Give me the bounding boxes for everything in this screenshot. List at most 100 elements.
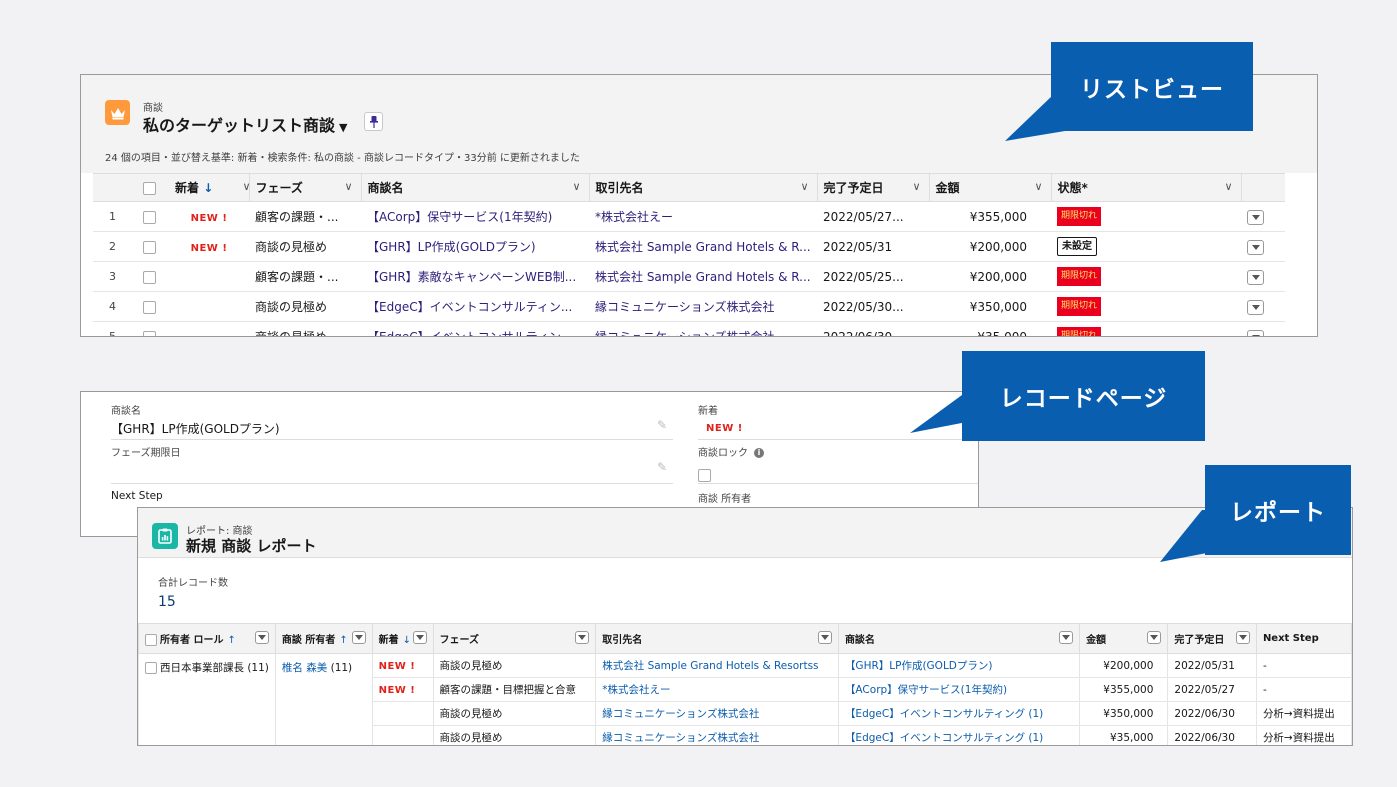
row-number: 5 xyxy=(93,321,139,336)
chevron-down-icon[interactable]: ∨ xyxy=(1224,180,1232,193)
header-owner[interactable]: 商談 所有者 ↑ xyxy=(274,623,373,654)
header-deal-name[interactable]: 商談名 ∨ xyxy=(361,173,590,202)
header-amount[interactable]: 金額 xyxy=(1079,623,1169,654)
row-select[interactable] xyxy=(139,321,169,336)
list-view-title[interactable]: 私のターゲットリスト商談 ▼ xyxy=(143,112,347,136)
divider xyxy=(698,483,978,484)
row-checkbox[interactable] xyxy=(143,270,156,284)
divider xyxy=(111,439,673,440)
column-menu-icon[interactable] xyxy=(575,631,590,644)
crown-icon xyxy=(105,100,130,125)
row-select[interactable] xyxy=(139,261,169,292)
header-phase[interactable]: フェーズ ∨ xyxy=(248,173,362,202)
account-link[interactable]: *株式会社えー xyxy=(595,677,839,702)
deal-link[interactable]: 【ACorp】保守サービス(1年契約) xyxy=(361,201,589,232)
row-checkbox[interactable] xyxy=(143,210,156,224)
column-menu-icon[interactable] xyxy=(254,631,269,644)
row-select[interactable] xyxy=(139,231,169,262)
close-date-cell: 2022/06/30 xyxy=(1167,725,1257,745)
pin-icon[interactable] xyxy=(364,112,383,131)
phase-cell: 商談の見極め xyxy=(432,653,597,678)
header-status[interactable]: 状態* ∨ xyxy=(1051,173,1242,202)
deal-link[interactable]: 【GHR】LP作成(GOLDプラン) xyxy=(361,231,589,262)
header-account[interactable]: 取引先名 xyxy=(595,623,839,654)
row-select[interactable] xyxy=(139,201,169,232)
header-new[interactable]: 新着 ↓ ∨ xyxy=(169,173,251,202)
header-deal-name[interactable]: 商談名 xyxy=(837,623,1081,654)
deal-link[interactable]: 【EdgeC】イベントコンサルティング (1) xyxy=(837,701,1081,726)
edit-pencil-icon[interactable]: ✎ xyxy=(657,418,667,432)
deal-link[interactable]: 【EdgeC】イベントコンサルティン... xyxy=(361,321,589,336)
column-menu-icon[interactable] xyxy=(1059,631,1074,644)
account-link[interactable]: 株式会社 Sample Grand Hotels & R... xyxy=(589,261,817,292)
deal-link[interactable]: 【GHR】LP作成(GOLDプラン) xyxy=(837,653,1081,678)
row-actions[interactable] xyxy=(1241,201,1285,232)
divider xyxy=(698,439,978,440)
header-owner-role[interactable]: 所有者 ロール ↑ xyxy=(138,623,276,654)
deal-link[interactable]: 【EdgeC】イベントコンサルティング (1) xyxy=(837,725,1081,745)
chevron-down-icon[interactable]: ∨ xyxy=(1034,180,1042,193)
amount-cell: ¥200,000 xyxy=(929,261,1051,292)
chevron-down-icon[interactable]: ∨ xyxy=(912,180,920,193)
row-action-dropdown-icon[interactable] xyxy=(1247,269,1264,285)
account-link[interactable]: 縁コミュニケーションズ株式会社 xyxy=(595,701,839,726)
row-actions[interactable] xyxy=(1241,231,1285,262)
row-select[interactable] xyxy=(139,291,169,322)
account-link[interactable]: 縁コミュニケーションズ株式会社 xyxy=(589,321,817,336)
header-close-date[interactable]: 完了予定日 xyxy=(1167,623,1257,654)
row-number: 2 xyxy=(93,231,139,262)
chevron-down-icon[interactable]: ∨ xyxy=(800,180,808,193)
header-select-all[interactable] xyxy=(139,173,169,202)
deal-link[interactable]: 【GHR】素敵なキャンペーンWEB制... xyxy=(361,261,589,292)
chevron-down-icon[interactable]: ▼ xyxy=(339,121,347,134)
amount-cell: ¥350,000 xyxy=(1079,701,1169,726)
new-badge: NEW ! xyxy=(190,242,228,254)
select-all-checkbox[interactable] xyxy=(145,634,157,646)
chevron-down-icon[interactable]: ∨ xyxy=(344,180,352,193)
row-actions[interactable] xyxy=(1241,261,1285,292)
account-link[interactable]: 株式会社 Sample Grand Hotels & Resortss xyxy=(595,653,839,678)
row-action-dropdown-icon[interactable] xyxy=(1247,209,1264,225)
group-owner-cell: 椎名 森美 (11) xyxy=(274,653,373,745)
sort-down-icon: ↓ xyxy=(203,181,214,195)
header-account[interactable]: 取引先名 ∨ xyxy=(589,173,818,202)
column-menu-icon[interactable] xyxy=(817,631,832,644)
owner-link[interactable]: 椎名 森美 xyxy=(282,662,327,674)
row-action-dropdown-icon[interactable] xyxy=(1247,239,1264,255)
chevron-down-icon[interactable]: ∨ xyxy=(572,180,580,193)
row-checkbox[interactable] xyxy=(143,330,156,336)
header-phase[interactable]: フェーズ xyxy=(432,623,597,654)
close-date-cell: 2022/06/30... xyxy=(817,321,929,336)
info-icon[interactable]: i xyxy=(754,448,764,458)
column-menu-icon[interactable] xyxy=(412,631,427,644)
header-close-date[interactable]: 完了予定日 ∨ xyxy=(817,173,930,202)
select-all-checkbox[interactable] xyxy=(143,181,156,195)
column-menu-icon[interactable] xyxy=(1235,631,1250,644)
new-cell xyxy=(371,701,434,726)
account-link[interactable]: *株式会社えー xyxy=(589,201,817,232)
row-checkbox[interactable] xyxy=(143,300,156,314)
next-step-field: Next Step xyxy=(111,490,163,502)
row-actions[interactable] xyxy=(1241,291,1285,322)
status-badge: 期限切れ xyxy=(1057,327,1102,336)
deal-link[interactable]: 【ACorp】保守サービス(1年契約) xyxy=(837,677,1081,702)
account-link[interactable]: 株式会社 Sample Grand Hotels & R... xyxy=(589,231,817,262)
row-checkbox[interactable] xyxy=(143,240,156,254)
deal-lock-checkbox[interactable] xyxy=(698,469,711,482)
account-link[interactable]: 縁コミュニケーションズ株式会社 xyxy=(589,291,817,322)
total-records-label: 合計レコード数 xyxy=(158,578,228,589)
row-action-dropdown-icon[interactable] xyxy=(1247,299,1264,315)
phase-cell: 顧客の課題・... xyxy=(249,201,361,232)
account-link[interactable]: 縁コミュニケーションズ株式会社 xyxy=(595,725,839,745)
column-menu-icon[interactable] xyxy=(1147,631,1162,644)
close-date-cell: 2022/05/31 xyxy=(1167,653,1257,678)
row-actions[interactable] xyxy=(1241,321,1285,336)
row-checkbox[interactable] xyxy=(145,662,157,674)
deal-link[interactable]: 【EdgeC】イベントコンサルティン... xyxy=(361,291,589,322)
row-action-dropdown-icon[interactable] xyxy=(1247,329,1264,336)
header-next-step[interactable]: Next Step xyxy=(1255,623,1352,654)
edit-pencil-icon[interactable]: ✎ xyxy=(657,460,667,474)
header-new[interactable]: 新着 ↓ xyxy=(371,623,434,654)
column-menu-icon[interactable] xyxy=(351,631,366,644)
header-amount[interactable]: 金額 ∨ xyxy=(929,173,1052,202)
